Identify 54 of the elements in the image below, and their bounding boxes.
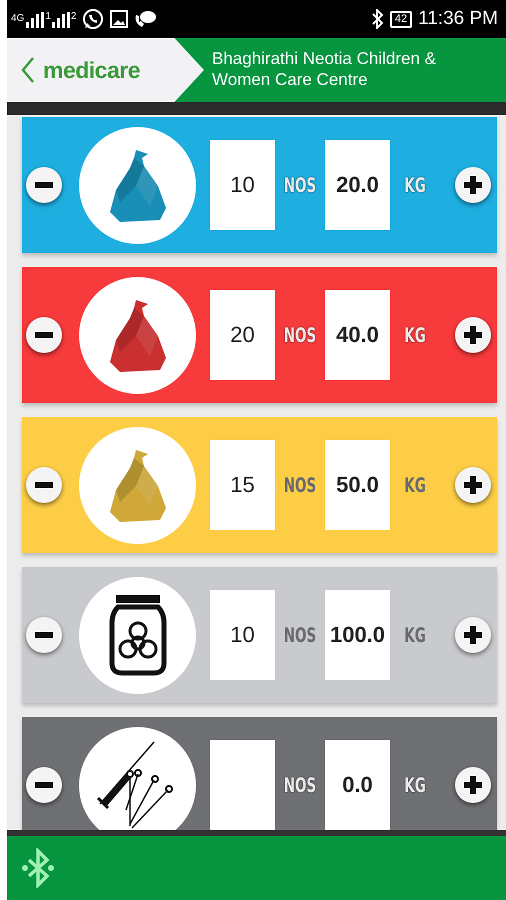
- signal-icon: [26, 12, 44, 28]
- bluetooth-icon: [372, 9, 384, 29]
- count-field[interactable]: 20: [210, 290, 275, 380]
- minus-button[interactable]: [26, 467, 62, 503]
- minus-button[interactable]: [26, 617, 62, 653]
- count-unit: NOS: [282, 323, 318, 347]
- plus-icon: [464, 176, 482, 194]
- sim-number: 1: [45, 10, 51, 22]
- weight-field[interactable]: 100.0: [325, 590, 390, 680]
- plus-icon: [464, 626, 482, 644]
- biohazard-jar-icon: [108, 593, 168, 677]
- hospital-name: Bhaghirathi Neotia Children & Women Care Centre: [211, 48, 437, 91]
- weight-field[interactable]: 20.0: [325, 140, 390, 230]
- battery-level: 42: [390, 10, 412, 28]
- count-field[interactable]: [210, 740, 275, 830]
- weight-unit: KG: [403, 773, 427, 797]
- count-field[interactable]: 10: [210, 590, 275, 680]
- plus-button[interactable]: [455, 167, 491, 203]
- plus-button[interactable]: [455, 767, 491, 803]
- weight-field[interactable]: 40.0: [325, 290, 390, 380]
- plus-button[interactable]: [455, 617, 491, 653]
- minus-icon: [35, 332, 53, 338]
- plus-button[interactable]: [455, 467, 491, 503]
- minus-icon: [35, 782, 53, 788]
- minus-icon: [35, 632, 53, 638]
- plus-icon: [464, 476, 482, 494]
- clock-time: 11:36 PM: [418, 8, 498, 30]
- minus-button[interactable]: [26, 317, 62, 353]
- minus-icon: [35, 182, 53, 188]
- count-unit: NOS: [282, 173, 318, 197]
- count-unit: NOS: [282, 773, 318, 797]
- app-logo: medicare: [43, 56, 140, 84]
- weight-field[interactable]: 0.0: [325, 740, 390, 830]
- minus-icon: [35, 482, 53, 488]
- bluetooth-icon[interactable]: [21, 848, 55, 888]
- count-field[interactable]: 15: [210, 440, 275, 530]
- weight-unit: KG: [403, 173, 427, 197]
- plus-icon: [464, 326, 482, 344]
- minus-button[interactable]: [26, 167, 62, 203]
- minus-button[interactable]: [26, 767, 62, 803]
- count-unit: NOS: [282, 473, 318, 497]
- count-field[interactable]: 10: [210, 140, 275, 230]
- plus-icon: [464, 776, 482, 794]
- sim-number: 2: [70, 10, 76, 22]
- image-icon: [110, 10, 128, 28]
- back-icon[interactable]: [21, 56, 35, 84]
- network-type: 4G: [11, 14, 24, 24]
- signal-icon: [52, 12, 70, 28]
- weight-unit: KG: [403, 323, 427, 347]
- weight-unit: KG: [403, 623, 427, 647]
- weight-field[interactable]: 50.0: [325, 440, 390, 530]
- plus-button[interactable]: [455, 317, 491, 353]
- count-unit: NOS: [282, 623, 318, 647]
- weight-unit: KG: [403, 473, 427, 497]
